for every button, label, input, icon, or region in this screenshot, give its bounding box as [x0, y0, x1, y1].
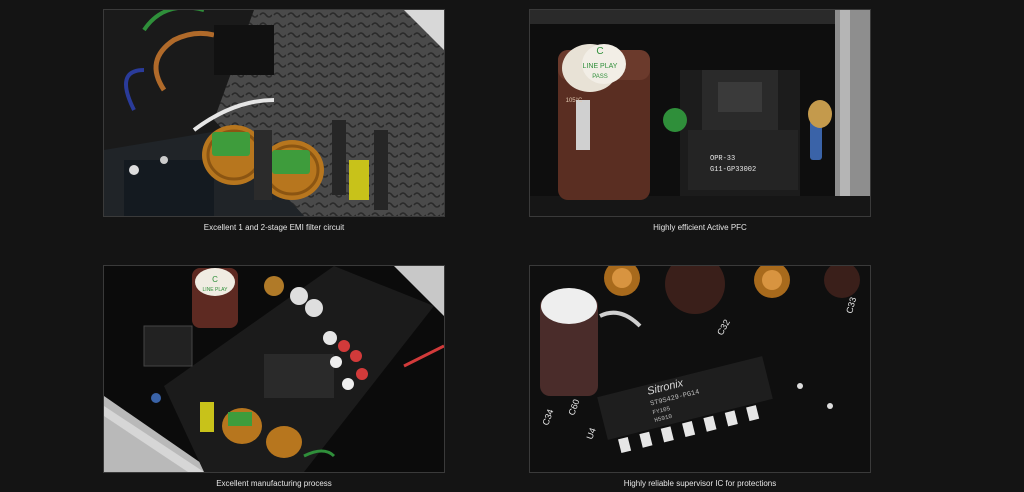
gallery-card-emi-filter: Excellent 1 and 2-stage EMI filter circu…	[103, 9, 445, 233]
manufacturing-illustration: C LINE PLAY	[104, 266, 444, 472]
supervisor-ic-illustration: Sitronix ST9S429-PG14 FY105 H5910 C32 C3…	[530, 266, 870, 472]
active-pfc-illustration: C LINE PLAY PASS 105°C OPR-33 G11-GP3300…	[530, 10, 870, 216]
caption-emi-filter: Excellent 1 and 2-stage EMI filter circu…	[203, 223, 345, 232]
caption-manufacturing: Excellent manufacturing process	[216, 479, 332, 488]
capacitor-sub-text: PASS	[592, 74, 608, 80]
transformer-code-2: G11-GP33002	[710, 166, 756, 174]
emi-filter-photo	[103, 9, 445, 217]
capacitor-brand-text: LINE PLAY	[583, 63, 618, 70]
caption-active-pfc: Highly efficient Active PFC	[653, 223, 747, 232]
active-pfc-photo: C LINE PLAY PASS 105°C OPR-33 G11-GP3300…	[529, 9, 871, 217]
gallery-card-active-pfc: C LINE PLAY PASS 105°C OPR-33 G11-GP3300…	[529, 9, 871, 233]
capacitor-mark-c: C	[596, 46, 603, 57]
caption-supervisor-ic: Highly reliable supervisor IC for protec…	[623, 479, 777, 488]
supervisor-ic-photo: Sitronix ST9S429-PG14 FY105 H5910 C32 C3…	[529, 265, 871, 473]
transformer-code-1: OPR-33	[710, 155, 735, 163]
capacitor-brand-text-3: LINE PLAY	[203, 287, 229, 293]
gallery-card-supervisor-ic: Sitronix ST9S429-PG14 FY105 H5910 C32 C3…	[529, 265, 871, 489]
capacitor-mark-c-3: C	[212, 275, 218, 284]
emi-filter-illustration	[104, 10, 444, 216]
gallery-card-manufacturing: C LINE PLAY Excellent manufacturing proc…	[103, 265, 445, 489]
manufacturing-photo: C LINE PLAY	[103, 265, 445, 473]
capacitor-rating-text: 105°C	[566, 98, 583, 104]
